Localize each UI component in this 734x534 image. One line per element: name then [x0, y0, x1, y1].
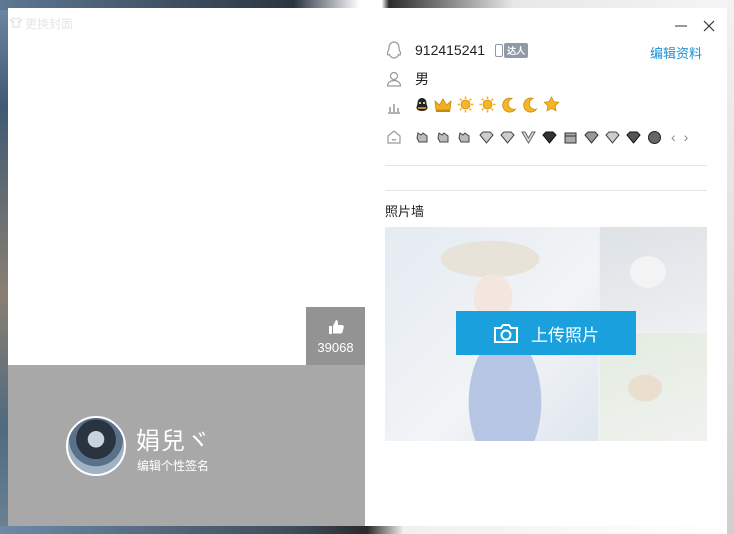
qq-number: 912415241 [415, 42, 486, 58]
chevron-left-icon[interactable]: ‹ [671, 129, 676, 145]
service-icons[interactable]: ‹ › [415, 129, 688, 145]
level-icons[interactable] [415, 96, 560, 118]
service-gem-icon [625, 130, 642, 145]
sun-icon [479, 96, 496, 118]
level-row [385, 96, 560, 118]
nickname: 娟兒ヾ [136, 428, 211, 455]
cover-area: 39068 娟兒ヾ 编辑个性签名 [8, 8, 365, 526]
gender-row: 男 [385, 69, 429, 89]
divider [385, 190, 707, 191]
signature-edit[interactable]: 编辑个性签名 [137, 457, 209, 474]
change-cover-hint[interactable]: 更换封面 [9, 15, 74, 32]
minimize-button[interactable] [673, 18, 689, 34]
divider [385, 165, 707, 166]
house-badge-icon [385, 128, 403, 146]
services-row: ‹ › [385, 128, 688, 146]
star-icon [543, 96, 560, 118]
penguin-level-icon [415, 97, 429, 117]
minimize-icon [675, 25, 687, 27]
service-hand-icon [457, 130, 474, 145]
thumbs-up-icon [328, 320, 344, 334]
desktop-background-left [0, 0, 8, 534]
edit-profile-link[interactable]: 编辑资料 [650, 43, 702, 62]
like-button[interactable]: 39068 [306, 307, 365, 365]
crown-icon [434, 97, 452, 118]
desktop-background-right [727, 0, 734, 534]
service-diamond-icon [499, 130, 516, 145]
talent-badge[interactable]: 达人 [495, 42, 529, 58]
profile-window: 39068 娟兒ヾ 编辑个性签名 编辑资料 912415241 达人 男 ‹ ›… [8, 8, 727, 526]
upload-photo-button[interactable]: 上传照片 [456, 311, 636, 355]
upload-photo-label: 上传照片 [531, 325, 599, 345]
service-diamond-icon [478, 130, 495, 145]
avatar[interactable] [66, 416, 126, 476]
sun-icon [457, 96, 474, 118]
shirt-icon [9, 16, 23, 31]
talent-badge-label: 达人 [504, 42, 529, 58]
qq-penguin-icon [385, 41, 403, 59]
photo-wall-title: 照片墙 [385, 204, 425, 219]
change-cover-label: 更换封面 [25, 17, 74, 31]
close-button[interactable] [701, 18, 717, 34]
phone-badge-icon [495, 43, 504, 57]
qq-number-row: 912415241 达人 [385, 41, 529, 59]
gender-value: 男 [415, 71, 429, 87]
service-hand-icon [415, 130, 432, 145]
camera-icon [494, 324, 518, 343]
desktop-background-bottom [0, 526, 734, 534]
service-round-icon [646, 130, 663, 145]
service-diamond-icon [583, 130, 600, 145]
service-diamond-icon [604, 130, 621, 145]
photo-wall[interactable]: 上传照片 [385, 227, 707, 441]
chevron-right-icon[interactable]: › [684, 129, 689, 145]
info-panel: 编辑资料 912415241 达人 男 ‹ › 照片墙 上传照片 [365, 8, 727, 526]
moon-icon [501, 97, 517, 118]
like-count: 39068 [317, 340, 354, 355]
service-v-icon [520, 130, 537, 145]
bar-chart-icon [385, 98, 403, 116]
close-icon [703, 20, 715, 32]
service-gem-icon [541, 130, 558, 145]
person-icon [385, 70, 403, 88]
service-box-icon [562, 130, 579, 145]
service-hand-icon [436, 130, 453, 145]
moon-icon [522, 97, 538, 118]
